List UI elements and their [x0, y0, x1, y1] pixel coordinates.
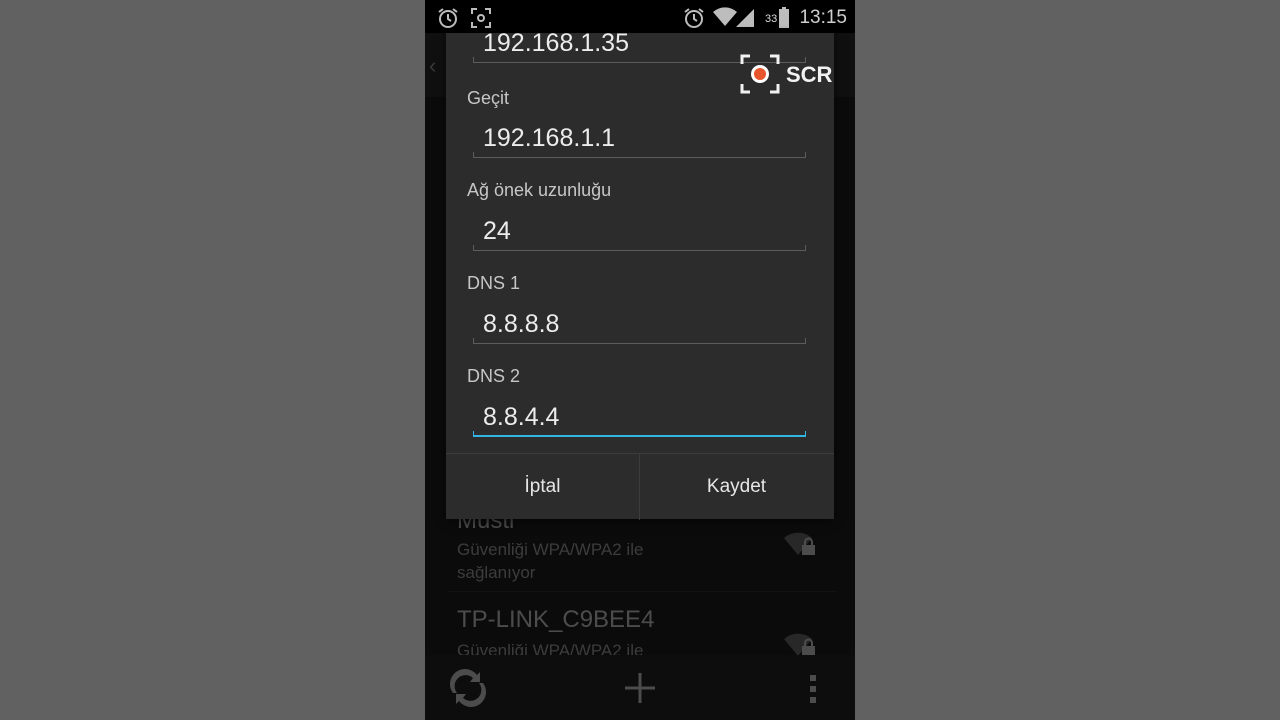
clock-time: 13:15	[799, 7, 847, 28]
save-button[interactable]: Kaydet	[640, 454, 833, 520]
recorder-label: SCR	[786, 62, 833, 87]
dns1-field[interactable]: 8.8.8.8	[473, 306, 806, 344]
screen-recorder-overlay[interactable]: SCR	[740, 52, 840, 94]
alarm-icon	[436, 6, 460, 35]
field-underline-focused	[473, 431, 806, 437]
field-underline	[473, 338, 806, 344]
dns2-value: 8.8.4.4	[483, 403, 560, 431]
ip-address-value: 192.168.1.35	[483, 29, 629, 57]
phone-screen: 33 13:15 ‹ Musti Güvenliği WPA/WPA2 ile …	[425, 0, 855, 720]
prefix-length-field[interactable]: 24	[473, 213, 806, 251]
static-ip-dialog: 192.168.1.35 Geçit 192.168.1.1 Ağ önek u…	[446, 29, 834, 520]
gateway-field[interactable]: 192.168.1.1	[473, 120, 806, 158]
dns1-value: 8.8.8.8	[483, 310, 560, 338]
cancel-button[interactable]: İptal	[446, 454, 639, 520]
record-icon	[740, 54, 780, 99]
battery-level-text: 33	[765, 13, 777, 25]
gateway-label: Geçit	[467, 88, 510, 108]
gateway-value: 192.168.1.1	[483, 124, 616, 152]
field-underline	[473, 152, 806, 158]
dns2-field[interactable]: 8.8.4.4	[473, 399, 806, 437]
prefix-length-label: Ağ önek uzunluğu	[467, 180, 612, 200]
field-underline	[473, 245, 806, 251]
dns1-label: DNS 1	[467, 273, 521, 293]
dialog-button-row: İptal Kaydet	[446, 453, 834, 520]
dns2-label: DNS 2	[467, 366, 521, 386]
prefix-length-value: 24	[483, 217, 511, 245]
